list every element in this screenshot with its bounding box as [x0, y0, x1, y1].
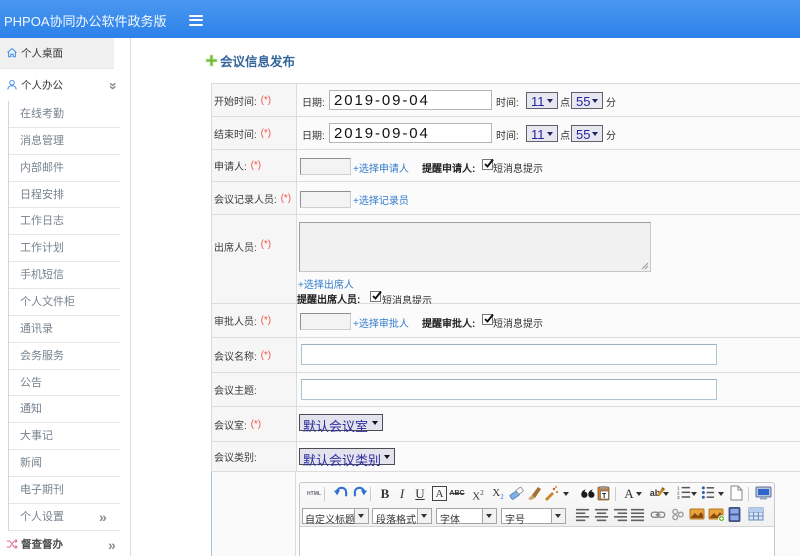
- svg-text:3: 3: [677, 495, 680, 500]
- svg-text:T: T: [602, 493, 607, 500]
